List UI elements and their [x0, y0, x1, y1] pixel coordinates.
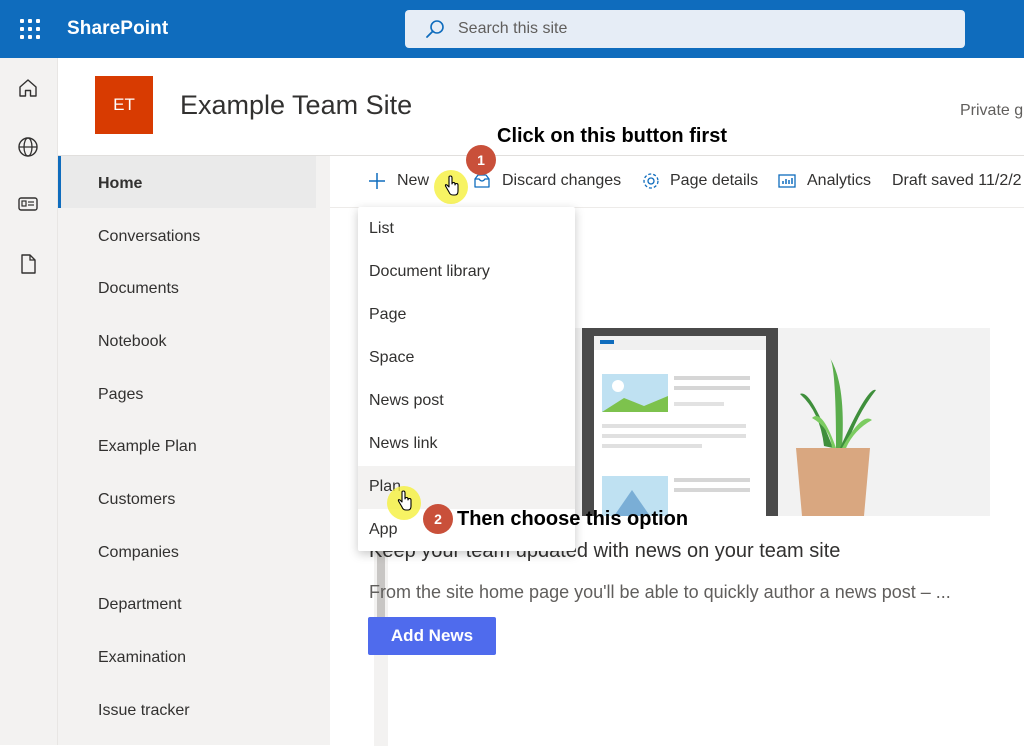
- step2-callout: Then choose this option: [457, 508, 689, 530]
- step2-badge: 2: [423, 504, 453, 534]
- site-logo[interactable]: ET: [95, 76, 153, 134]
- menu-item-label: App: [369, 521, 398, 538]
- nav-item-examination[interactable]: Examination: [98, 649, 186, 667]
- app-bar: [0, 58, 58, 745]
- search-icon: [426, 20, 444, 38]
- menu-item-label: News post: [369, 392, 444, 409]
- menu-item-page[interactable]: Page: [358, 294, 575, 337]
- active-item-highlight: [58, 156, 316, 208]
- menu-item-news-link[interactable]: News link: [358, 423, 575, 466]
- menu-item-space[interactable]: Space: [358, 337, 575, 380]
- active-item-indicator: [58, 156, 61, 208]
- document-icon[interactable]: [16, 252, 40, 276]
- nav-item-home[interactable]: Home: [98, 175, 142, 193]
- menu-item-news-post[interactable]: News post: [358, 380, 575, 423]
- menu-item-label: Space: [369, 349, 415, 366]
- new-button[interactable]: New: [397, 172, 429, 190]
- nav-item-conversations[interactable]: Conversations: [98, 228, 200, 246]
- menu-item-label: List: [369, 220, 394, 237]
- site-title[interactable]: Example Team Site: [180, 90, 412, 121]
- nav-item-issue-tracker[interactable]: Issue tracker: [98, 702, 190, 720]
- news-icon[interactable]: [16, 192, 40, 216]
- news-description: From the site home page you'll be able t…: [369, 582, 951, 602]
- nav-item-pages[interactable]: Pages: [98, 386, 143, 404]
- page-details-button[interactable]: Page details: [670, 172, 758, 190]
- news-illustration-graphic: [574, 328, 990, 516]
- privacy-label: Private g: [960, 102, 1024, 119]
- nav-item-department[interactable]: Department: [98, 596, 182, 614]
- nav-item-example-plan[interactable]: Example Plan: [98, 438, 197, 456]
- nav-item-customers[interactable]: Customers: [98, 491, 175, 509]
- hand-cursor-icon-2: [397, 490, 412, 511]
- discard-changes-button[interactable]: Discard changes: [502, 172, 621, 190]
- analytics-icon: [778, 174, 796, 188]
- home-icon[interactable]: [16, 76, 40, 100]
- nav-item-notebook[interactable]: Notebook: [98, 333, 167, 351]
- app-name[interactable]: SharePoint: [67, 18, 168, 40]
- nav-item-companies[interactable]: Companies: [98, 544, 179, 562]
- globe-icon[interactable]: [16, 135, 40, 159]
- menu-item-label: Document library: [369, 263, 490, 280]
- news-illustration: [574, 328, 990, 516]
- app-launcher-icon[interactable]: [14, 15, 42, 43]
- step1-badge: 1: [466, 145, 496, 175]
- analytics-button[interactable]: Analytics: [807, 172, 871, 190]
- suite-bar: SharePoint Search this site: [0, 0, 1024, 58]
- add-news-button[interactable]: Add News: [368, 617, 496, 655]
- gear-icon: [643, 173, 659, 189]
- draft-status: Draft saved 11/2/2: [892, 172, 1022, 189]
- menu-item-label: News link: [369, 435, 438, 452]
- menu-item-list[interactable]: List: [358, 208, 575, 251]
- menu-item-label: Page: [369, 306, 407, 323]
- hand-cursor-icon: [444, 175, 459, 196]
- nav-item-documents[interactable]: Documents: [98, 280, 179, 298]
- plus-icon[interactable]: [367, 171, 387, 191]
- search-box[interactable]: Search this site: [405, 10, 965, 48]
- menu-item-document-library[interactable]: Document library: [358, 251, 575, 294]
- search-placeholder: Search this site: [458, 20, 568, 37]
- step1-callout: Click on this button first: [497, 125, 727, 147]
- left-navigation: Home Conversations Documents Notebook Pa…: [58, 155, 388, 746]
